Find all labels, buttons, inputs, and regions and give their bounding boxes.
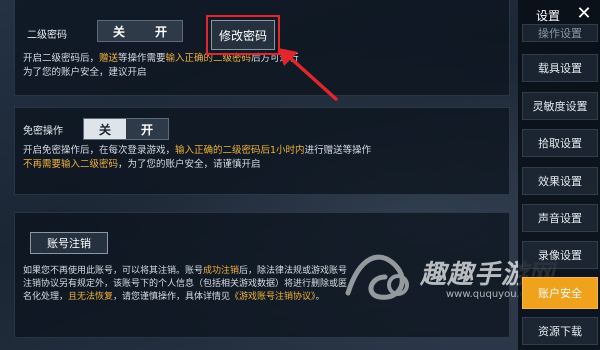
toggle-off-option[interactable]: 关 xyxy=(84,119,126,139)
second-password-description: 开启二级密码后，赠送等操作需要输入正确的二级密码后方可进行 为了您的账户安全，建… xyxy=(23,53,299,78)
toggle-off-option[interactable]: 关 xyxy=(98,21,140,41)
settings-sidebar: 设置 ✕ 操作设置 载具设置 灵敏度设置 拾取设置 效果设置 声音设置 录像设置… xyxy=(518,0,600,350)
sidebar-item-account-security[interactable]: 账户安全 xyxy=(522,277,598,309)
sidebar-item-recording[interactable]: 录像设置 xyxy=(522,241,598,269)
second-password-label: 二级密码 xyxy=(27,30,67,41)
annotation-highlight-box xyxy=(206,15,280,55)
no-password-panel: 免密操作 关 开 开启免密操作后，在每次登录游戏，输入正确的二级密码后1小时内进… xyxy=(14,107,510,195)
sidebar-item-vehicle[interactable]: 载具设置 xyxy=(522,54,598,82)
settings-screen: 二级密码 关 开 开启二级密码后，赠送等操作需要输入正确的二级密码后方可进行 为… xyxy=(0,0,600,350)
no-password-toggle[interactable]: 关 开 xyxy=(83,118,169,140)
no-password-label: 免密操作 xyxy=(23,126,63,137)
sidebar-item-sensitivity[interactable]: 灵敏度设置 xyxy=(522,92,598,120)
sidebar-item-operation[interactable]: 操作设置 xyxy=(522,24,598,42)
account-cancel-description: 如果您不再使用此账号，可以将其注销。账号成功注销后，除法律法规或游戏账号 注销协… xyxy=(23,266,348,302)
close-icon[interactable]: ✕ xyxy=(574,4,594,24)
sidebar-item-resource-download[interactable]: 资源下载 xyxy=(522,317,598,345)
annotation-arrow-icon xyxy=(278,48,338,101)
sidebar-item-sound[interactable]: 声音设置 xyxy=(522,204,598,232)
account-cancel-button[interactable]: 账号注销 xyxy=(30,232,108,254)
toggle-on-option[interactable]: 开 xyxy=(140,21,182,41)
second-password-toggle[interactable]: 关 开 xyxy=(97,20,183,42)
sidebar-item-effects[interactable]: 效果设置 xyxy=(522,167,598,195)
sidebar-item-pickup[interactable]: 拾取设置 xyxy=(522,129,598,157)
no-password-description: 开启免密操作后，在每次登录游戏，输入正确的二级密码后1小时内进行赠送等操作 不再… xyxy=(23,145,372,170)
toggle-on-option[interactable]: 开 xyxy=(126,119,168,139)
